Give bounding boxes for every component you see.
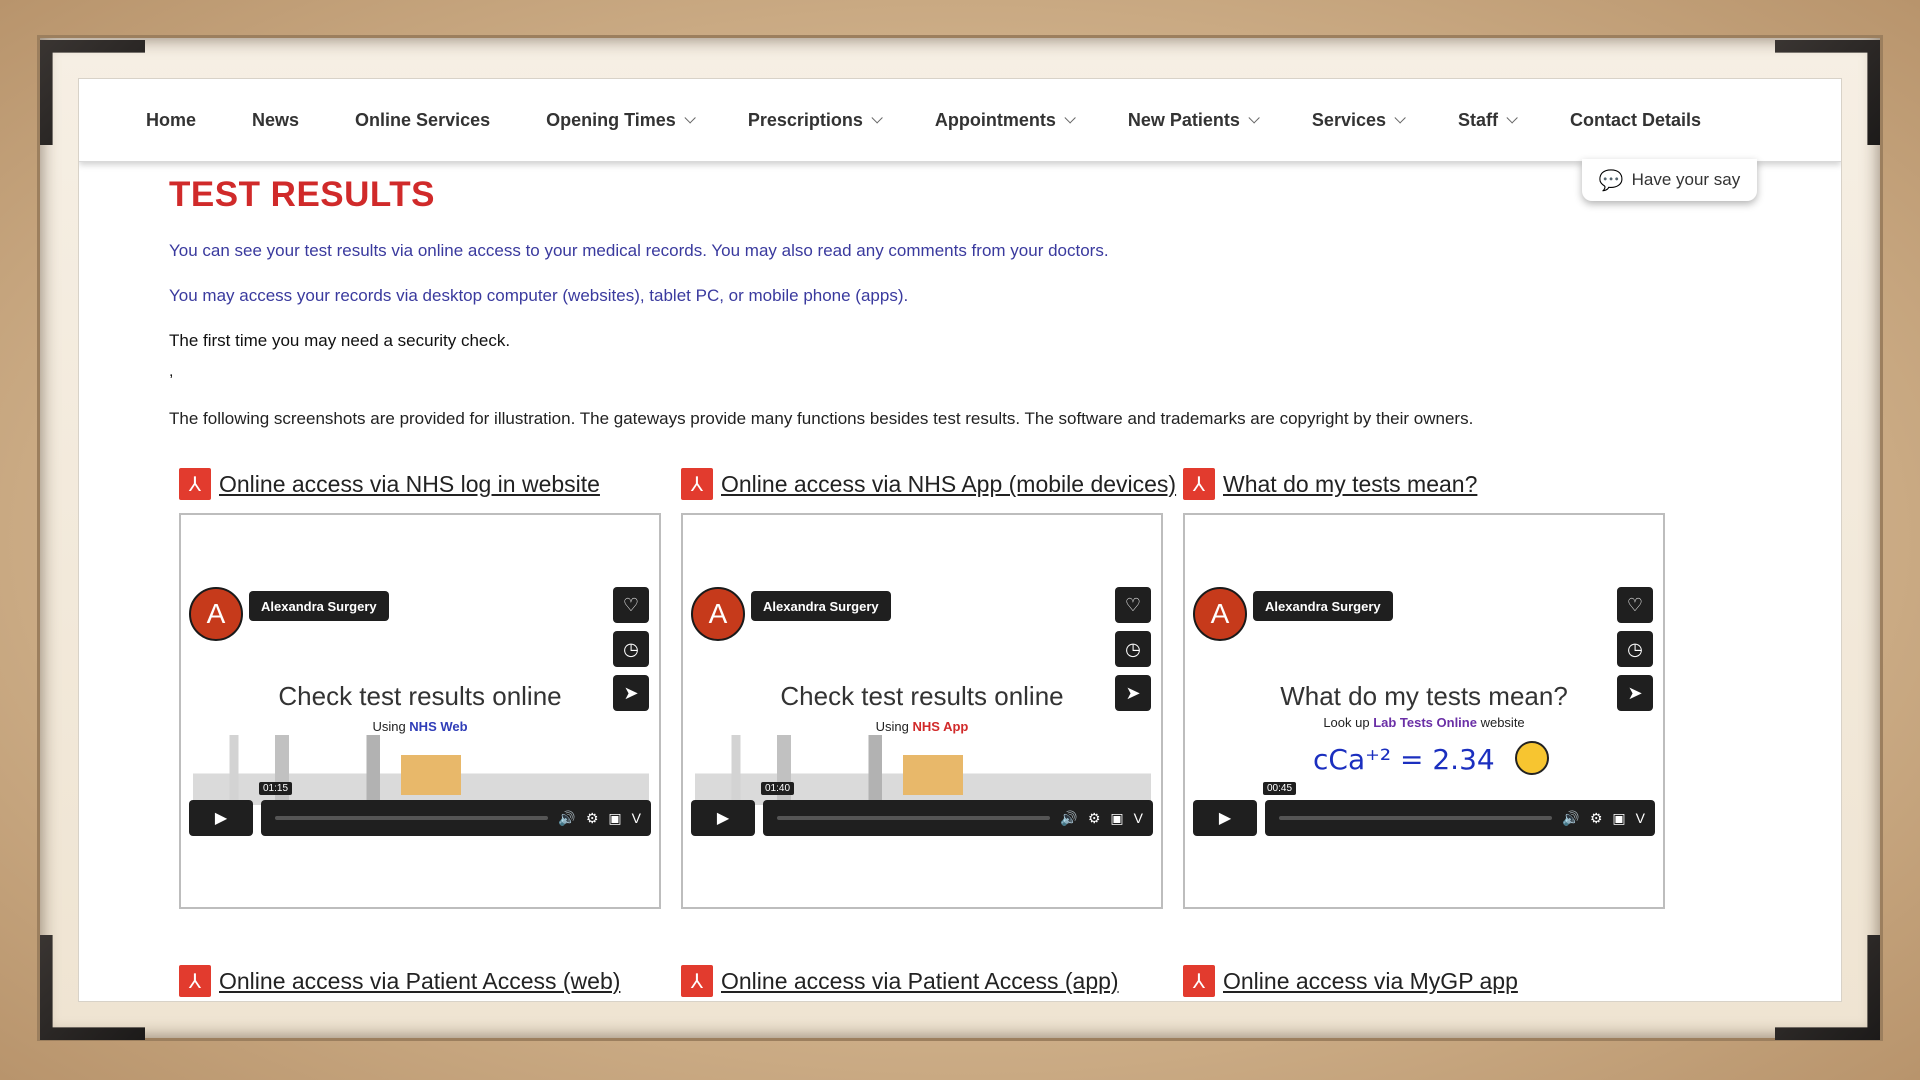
main-content: TEST RESULTS You can see your test resul… [169, 175, 1729, 429]
nav-item-opening-times[interactable]: Opening Times [546, 110, 696, 131]
play-icon[interactable]: ▶ [1193, 800, 1257, 836]
video-title: Check test results online [780, 681, 1064, 711]
video-controls: ▶ 00:45 🔊 ⚙ ▣ V [1193, 782, 1655, 836]
have-your-say-button[interactable]: 💬 Have your say [1582, 159, 1757, 201]
nav-item-new-patients[interactable]: New Patients [1128, 110, 1260, 131]
video-player[interactable]: A Alexandra Surgery ♡ ◷ ➤ Check test res… [179, 513, 661, 909]
chevron-down-icon [1394, 112, 1406, 124]
like-icon[interactable]: ♡ [1115, 587, 1151, 623]
vimeo-icon[interactable]: V [632, 810, 641, 826]
video-controls: ▶ 01:40 🔊 ⚙ ▣ V [691, 782, 1153, 836]
watch-later-icon[interactable]: ◷ [613, 631, 649, 667]
progress-bar[interactable]: 00:45 🔊 ⚙ ▣ V [1263, 782, 1655, 836]
nav-item-online-services[interactable]: Online Services [355, 110, 490, 131]
settings-icon[interactable]: ⚙ [586, 810, 599, 827]
play-icon[interactable]: ▶ [691, 800, 755, 836]
pdf-icon: ⅄ [681, 468, 713, 500]
settings-icon[interactable]: ⚙ [1590, 810, 1603, 827]
house-illustration [401, 755, 461, 795]
seek-track[interactable] [275, 816, 549, 820]
main-navigation: Home News Online Services Opening Times … [79, 79, 1841, 162]
calcium-formula: cCa⁺² = 2.34 [1313, 743, 1495, 776]
pip-icon[interactable]: ▣ [1612, 810, 1625, 827]
video-title: Check test results online [278, 681, 562, 711]
channel-name[interactable]: Alexandra Surgery [1253, 591, 1393, 621]
video-subtitle: Using NHS Web [372, 719, 468, 734]
pip-icon[interactable]: ▣ [608, 810, 621, 827]
pdf-link[interactable]: ⅄ Online access via MyGP app [1183, 964, 1665, 998]
seek-track[interactable] [1279, 816, 1553, 820]
pdf-link[interactable]: ⅄ Online access via NHS log in website [179, 467, 661, 501]
pip-icon[interactable]: ▣ [1110, 810, 1123, 827]
settings-icon[interactable]: ⚙ [1088, 810, 1101, 827]
chevron-down-icon [684, 112, 696, 124]
avatar[interactable]: A [189, 587, 243, 641]
video-subtitle: Using NHS App [875, 719, 969, 734]
volume-icon[interactable]: 🔊 [558, 810, 575, 827]
progress-bar[interactable]: 01:40 🔊 ⚙ ▣ V [761, 782, 1153, 836]
more-links-grid: ⅄ Online access via Patient Access (web)… [179, 964, 1665, 1001]
video-duration: 00:45 [1263, 782, 1297, 795]
volume-icon[interactable]: 🔊 [1060, 810, 1077, 827]
video-card: ⅄ What do my tests mean? A Alexandra Sur… [1183, 467, 1665, 909]
pdf-link[interactable]: ⅄ What do my tests mean? [1183, 467, 1665, 501]
video-player[interactable]: A Alexandra Surgery ♡ ◷ ➤ Check test res… [681, 513, 1163, 909]
speech-bubbles-icon: 💬 [1598, 169, 1624, 192]
stray-punctuation: , [169, 363, 174, 380]
intro-paragraph-2: You may access your records via desktop … [169, 286, 909, 305]
like-icon[interactable]: ♡ [1617, 587, 1653, 623]
channel-name[interactable]: Alexandra Surgery [751, 591, 891, 621]
nav-item-contact-details[interactable]: Contact Details [1570, 110, 1701, 131]
nav-item-news[interactable]: News [252, 110, 299, 131]
video-title: What do my tests mean? [1280, 681, 1568, 711]
chevron-down-icon [871, 112, 883, 124]
video-duration: 01:40 [761, 782, 795, 795]
pdf-link[interactable]: ⅄ Online access via NHS App (mobile devi… [681, 467, 1176, 501]
watch-later-icon[interactable]: ◷ [1115, 631, 1151, 667]
thinking-face-icon [1515, 741, 1549, 775]
seek-track[interactable] [777, 816, 1051, 820]
chevron-down-icon [1248, 112, 1260, 124]
pdf-icon: ⅄ [179, 965, 211, 997]
nav-item-appointments[interactable]: Appointments [935, 110, 1076, 131]
vimeo-icon[interactable]: V [1134, 810, 1143, 826]
video-controls: ▶ 01:15 🔊 ⚙ ▣ V [189, 782, 651, 836]
pdf-icon: ⅄ [179, 468, 211, 500]
avatar[interactable]: A [1193, 587, 1247, 641]
intro-paragraph-1: You can see your test results via online… [169, 241, 1109, 260]
nav-item-services[interactable]: Services [1312, 110, 1406, 131]
video-player[interactable]: A Alexandra Surgery ♡ ◷ ➤ What do my tes… [1183, 513, 1665, 909]
pdf-link[interactable]: ⅄ Online access via Patient Access (web) [179, 964, 661, 998]
video-card: ⅄ Online access via NHS log in website A… [179, 467, 661, 909]
watch-later-icon[interactable]: ◷ [1617, 631, 1653, 667]
video-subtitle: Look up Lab Tests Online website [1323, 715, 1525, 730]
play-icon[interactable]: ▶ [189, 800, 253, 836]
web-page: Home News Online Services Opening Times … [78, 78, 1842, 1002]
screenshots-disclaimer: The following screenshots are provided f… [169, 409, 1474, 428]
video-duration: 01:15 [259, 782, 293, 795]
nav-item-prescriptions[interactable]: Prescriptions [748, 110, 883, 131]
video-card: ⅄ Online access via NHS App (mobile devi… [681, 467, 1176, 909]
nav-item-staff[interactable]: Staff [1458, 110, 1518, 131]
nav-item-home[interactable]: Home [146, 110, 196, 131]
pdf-icon: ⅄ [1183, 468, 1215, 500]
vimeo-icon[interactable]: V [1636, 810, 1645, 826]
channel-name[interactable]: Alexandra Surgery [249, 591, 389, 621]
volume-icon[interactable]: 🔊 [1562, 810, 1579, 827]
pdf-link[interactable]: ⅄ Online access via Patient Access (app) [681, 964, 1163, 998]
video-cards-grid: ⅄ Online access via NHS log in website A… [179, 467, 1665, 909]
chevron-down-icon [1506, 112, 1518, 124]
security-check-note: The first time you may need a security c… [169, 331, 511, 350]
page-title: TEST RESULTS [169, 175, 435, 214]
like-icon[interactable]: ♡ [613, 587, 649, 623]
pdf-icon: ⅄ [681, 965, 713, 997]
progress-bar[interactable]: 01:15 🔊 ⚙ ▣ V [259, 782, 651, 836]
pdf-icon: ⅄ [1183, 965, 1215, 997]
chevron-down-icon [1064, 112, 1076, 124]
house-illustration [903, 755, 963, 795]
avatar[interactable]: A [691, 587, 745, 641]
